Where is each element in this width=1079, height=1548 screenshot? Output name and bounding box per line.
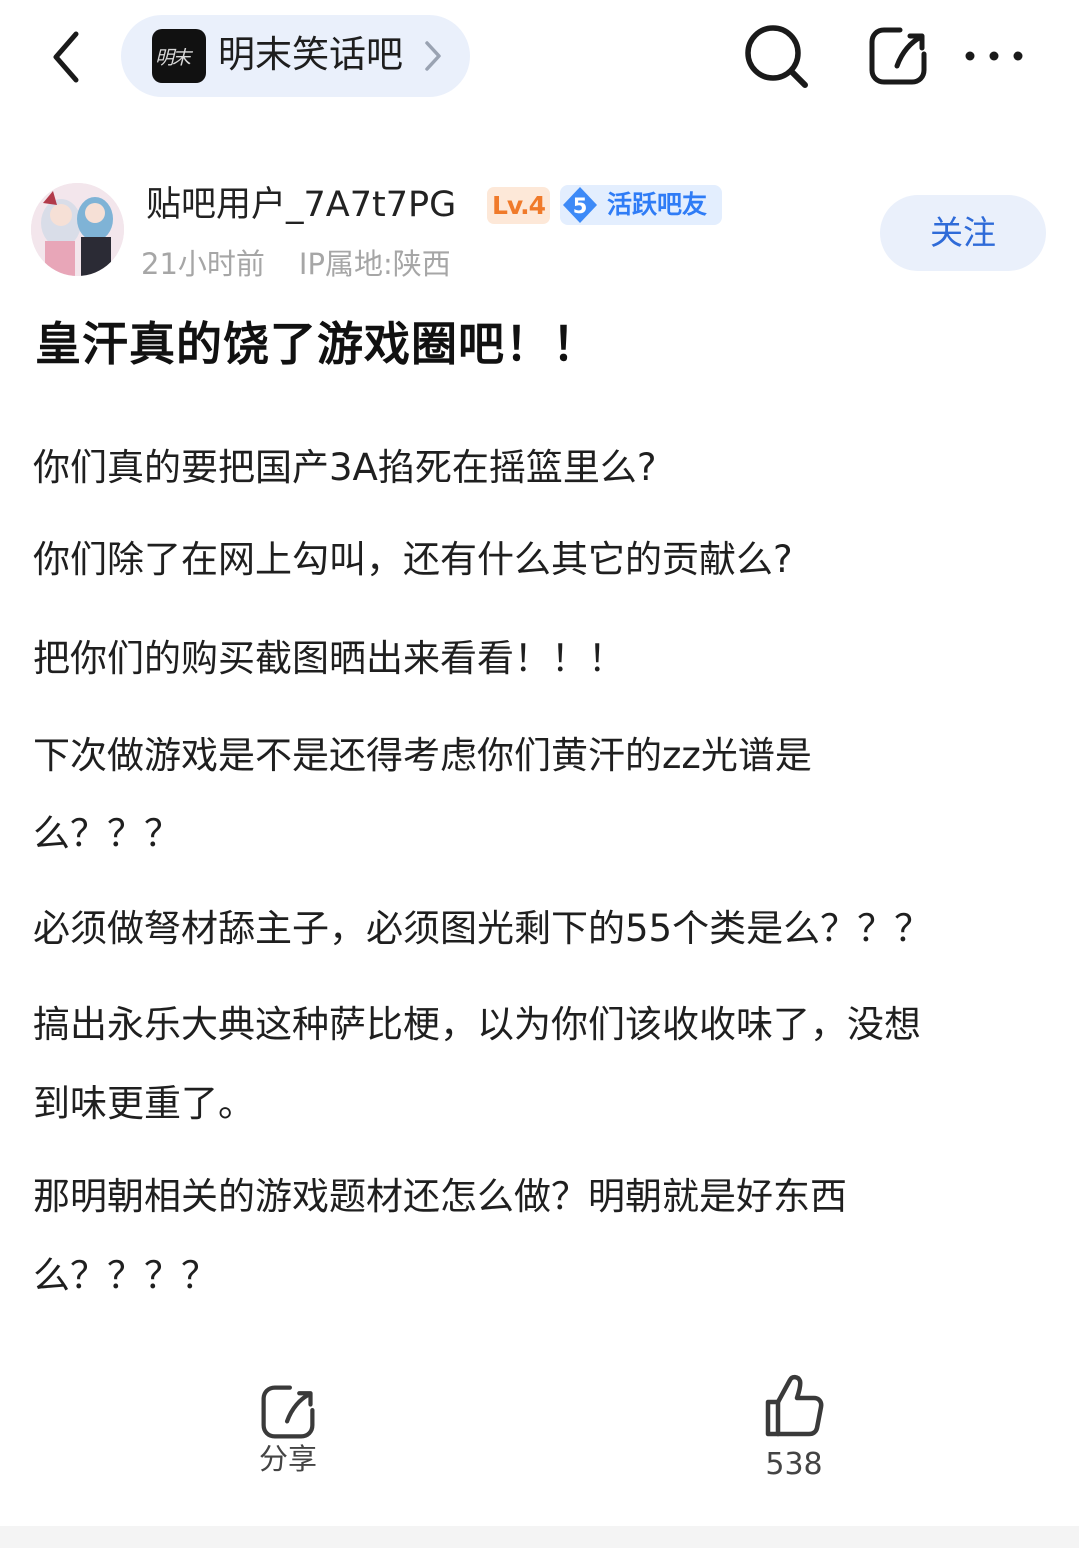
username[interactable]: 贴吧用户_7A7t7PG xyxy=(146,182,456,228)
forum-logo[interactable]: 明末 xyxy=(152,29,206,83)
search-icon[interactable] xyxy=(740,20,812,92)
post-line: 下次做游戏是不是还得考虑你们黄汗的zz光谱是 xyxy=(33,734,812,777)
like-button[interactable]: 538 xyxy=(748,1372,840,1488)
post-line: 到味更重了。 xyxy=(33,1082,255,1125)
post-line: 搞出永乐大典这种萨比梗，以为你们该收收味了，没想 xyxy=(33,1003,921,1046)
post-title: 皇汗真的饶了游戏圈吧！！ xyxy=(35,317,599,371)
like-count: 538 xyxy=(765,1447,823,1482)
thumbs-up-icon xyxy=(765,1374,824,1437)
chevron-left-icon xyxy=(53,31,79,83)
diamond-badge-icon: 5 xyxy=(563,187,597,223)
follow-button[interactable]: 关注 xyxy=(880,195,1046,271)
post-line: 么？？？ xyxy=(33,812,181,855)
chevron-right-icon xyxy=(425,41,441,71)
more-icon[interactable] xyxy=(958,30,1030,82)
bottom-divider xyxy=(0,1526,1079,1548)
share-icon[interactable] xyxy=(866,24,930,88)
avatar-image xyxy=(31,183,124,276)
post-line: 么？？？？ xyxy=(33,1254,218,1297)
ip-location: IP属地:陕西 xyxy=(298,247,451,281)
post-line: 把你们的购买截图晒出来看看！！！ xyxy=(33,637,625,680)
active-member-label: 活跃吧友 xyxy=(607,190,708,219)
back-button[interactable] xyxy=(36,22,96,92)
post-line: 你们真的要把国产3A掐死在摇篮里么? xyxy=(33,446,657,489)
post-meta: 21小时前 IP属地:陕西 xyxy=(141,245,451,283)
post-line: 你们除了在网上勾叫，还有什么其它的贡献么? xyxy=(33,538,793,581)
share-button[interactable]: 分享 xyxy=(246,1375,330,1485)
post-line: 那明朝相关的游戏题材还怎么做？明朝就是好东西 xyxy=(33,1175,847,1218)
avatar[interactable] xyxy=(31,183,124,276)
post-time: 21小时前 xyxy=(141,247,265,281)
share-icon xyxy=(261,1385,315,1439)
forum-name[interactable]: 明末笑话吧 xyxy=(218,32,403,78)
post-line: 必须做弩材舔主子，必须图光剩下的55个类是么？？？ xyxy=(33,907,932,950)
level-badge: Lv.4 xyxy=(487,187,550,224)
share-label: 分享 xyxy=(258,1442,317,1476)
badge-number: 5 xyxy=(573,194,588,218)
